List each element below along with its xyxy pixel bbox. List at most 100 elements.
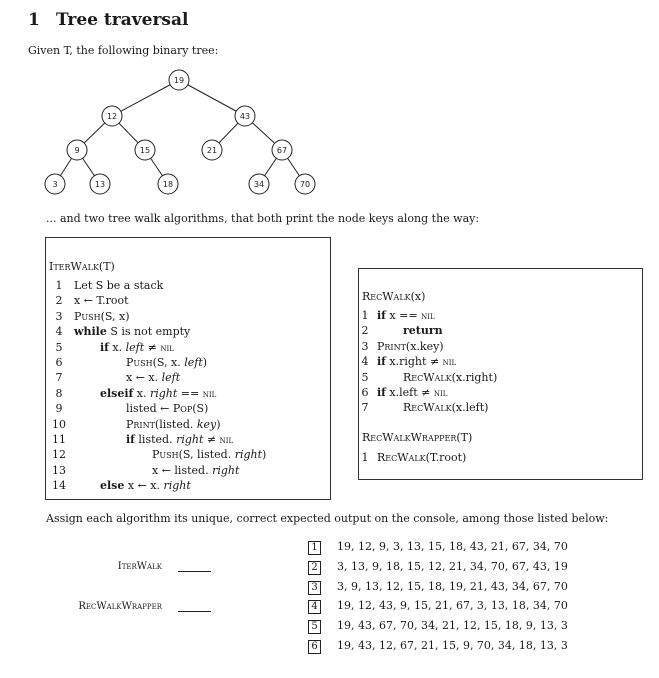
tree-node-key: 15 — [140, 146, 150, 155]
rec-line: 6 if x.left ≠ nil — [359, 385, 642, 400]
tree-node: 3 — [44, 173, 66, 195]
iter-line: 13 x ← listed. right — [46, 463, 330, 478]
line-number: 1 — [361, 451, 369, 464]
iter-line: 12 Push(S, listed. right) — [46, 447, 330, 462]
tree-node-key: 70 — [300, 180, 310, 189]
recwalk-algorithm-box: RecWalk(x) 1 if x == nil 2 return 3 Print(x.k… — [358, 268, 643, 480]
code-text: Let S be a stack — [74, 279, 164, 292]
iter-line: 8 elseif x. right == nil — [46, 386, 330, 401]
line-number: 2 — [361, 324, 369, 338]
code-text: listed ← Pop(S) — [126, 402, 209, 416]
iter-line: 10 Print(listed. key) — [46, 417, 330, 432]
tree-node: 67 — [271, 139, 293, 161]
code-text: if listed. right ≠ nil — [126, 433, 234, 446]
option-sequence: 19, 12, 9, 3, 13, 15, 18, 43, 21, 67, 34… — [337, 540, 568, 553]
tree-node: 70 — [294, 173, 316, 195]
algorithms-intro-text: ... and two tree walk algorithms, that b… — [46, 212, 480, 225]
tree-node: 13 — [89, 173, 111, 195]
code-text: Push(S, listed. right) — [152, 448, 267, 462]
answer-blank-recwalkwrapper[interactable] — [178, 599, 211, 612]
tree-node-key: 13 — [95, 180, 105, 189]
wrapper-name: RecWalkWrapper — [362, 431, 457, 444]
rec-line: 1 if x == nil — [359, 308, 642, 323]
line-number: 4 — [361, 355, 369, 369]
code-text: Print(x.key) — [377, 339, 444, 353]
code-text: Print(listed. key) — [126, 417, 221, 431]
line-number: 9 — [55, 402, 63, 416]
code-text: Push(S, x. left) — [126, 356, 208, 369]
code-text: x ← listed. right — [152, 463, 240, 477]
option-sequence: 19, 43, 12, 67, 21, 15, 9, 70, 34, 18, 1… — [337, 639, 568, 652]
line-number: 14 — [52, 479, 66, 493]
line-number: 6 — [55, 356, 63, 369]
answer-blank-iterwalk[interactable] — [178, 559, 211, 572]
rec-line: 3 Print(x.key) — [359, 339, 642, 354]
tree-node-key: 43 — [240, 112, 250, 121]
line-number: 13 — [52, 463, 66, 477]
iter-line: 2 x ← T.root — [46, 293, 330, 308]
rec-line: 2 return — [359, 323, 642, 338]
line-number: 5 — [361, 370, 369, 384]
recwalk-args: (x) — [410, 290, 426, 303]
tree-node-key: 21 — [207, 146, 217, 155]
tree-node: 43 — [234, 105, 256, 127]
option-number-box: 3 — [308, 580, 321, 595]
wrapper-args: (T) — [456, 431, 473, 444]
tree-node: 9 — [66, 139, 88, 161]
recwalk-name: RecWalk — [362, 290, 411, 303]
code-text: RecWalk(x.left) — [403, 401, 489, 415]
option-sequence: 19, 43, 67, 70, 34, 21, 12, 15, 18, 9, 1… — [337, 619, 568, 633]
wrap-line: 1 RecWalk(T.root) — [359, 450, 642, 465]
tree-node: 15 — [134, 139, 156, 161]
tree-node-key: 67 — [277, 146, 287, 155]
code-text: if x == nil — [377, 309, 435, 322]
iter-line: 9 listed ← Pop(S) — [46, 401, 330, 416]
code-text: x ← x. left — [126, 371, 181, 385]
iterwalk-title: IterWalk(T) — [49, 260, 115, 273]
line-number: 2 — [55, 294, 63, 308]
line-number: 1 — [55, 279, 63, 292]
tree-node-key: 34 — [254, 180, 264, 189]
line-number: 11 — [52, 433, 66, 446]
assignment-instructions: Assign each algorithm its unique, correc… — [46, 512, 609, 525]
code-text: RecWalk(x.right) — [403, 370, 498, 384]
line-number: 4 — [55, 325, 63, 339]
tree-node-key: 3 — [52, 180, 57, 189]
option-number-box: 4 — [308, 600, 321, 615]
tree-edge-19-12 — [111, 79, 180, 117]
line-number: 6 — [361, 386, 369, 399]
tree-node-key: 12 — [107, 112, 117, 121]
iter-line: 11 if listed. right ≠ nil — [46, 432, 330, 447]
tree-node: 12 — [101, 105, 123, 127]
rec-line: 5 RecWalk(x.right) — [359, 370, 642, 385]
line-number: 8 — [55, 386, 63, 400]
code-text: if x. left ≠ nil — [100, 340, 174, 354]
wrapper-title: RecWalkWrapper(T) — [362, 431, 472, 444]
iter-line: 6 Push(S, x. left) — [46, 355, 330, 370]
rec-line: 4 if x.right ≠ nil — [359, 354, 642, 369]
tree-node-key: 9 — [74, 146, 79, 155]
code-text: Push(S, x) — [74, 309, 130, 323]
option-sequence: 19, 12, 43, 9, 15, 21, 67, 3, 13, 18, 34… — [337, 599, 568, 613]
rec-line: 7 RecWalk(x.left) — [359, 400, 642, 415]
iter-line: 1 Let S be a stack — [46, 278, 330, 293]
code-text: RecWalk(T.root) — [377, 451, 467, 464]
line-number: 5 — [55, 340, 63, 354]
answer-label-recwalkwrapper: RecWalkWrapper — [78, 601, 162, 612]
iter-line: 5 if x. left ≠ nil — [46, 340, 330, 355]
iterwalk-args: (T) — [98, 260, 115, 273]
iter-line: 7 x ← x. left — [46, 370, 330, 385]
line-number: 1 — [361, 309, 369, 322]
line-number: 7 — [361, 401, 369, 415]
tree-node: 19 — [168, 69, 190, 91]
iter-line: 14 else x ← x. right — [46, 478, 330, 493]
option-sequence: 3, 9, 13, 12, 15, 18, 19, 21, 43, 34, 67… — [337, 579, 568, 593]
binary-tree-diagram: 19 12 43 9 15 21 67 3 13 18 34 70 — [44, 69, 316, 195]
tree-node-key: 19 — [174, 76, 184, 85]
code-text: if x.right ≠ nil — [377, 355, 457, 369]
answer-label-iterwalk: IterWalk — [117, 561, 162, 572]
iter-line: 4 while S is not empty — [46, 324, 330, 339]
option-number-box: 2 — [308, 560, 321, 575]
code-text: else x ← x. right — [100, 479, 191, 493]
tree-node: 18 — [157, 173, 179, 195]
